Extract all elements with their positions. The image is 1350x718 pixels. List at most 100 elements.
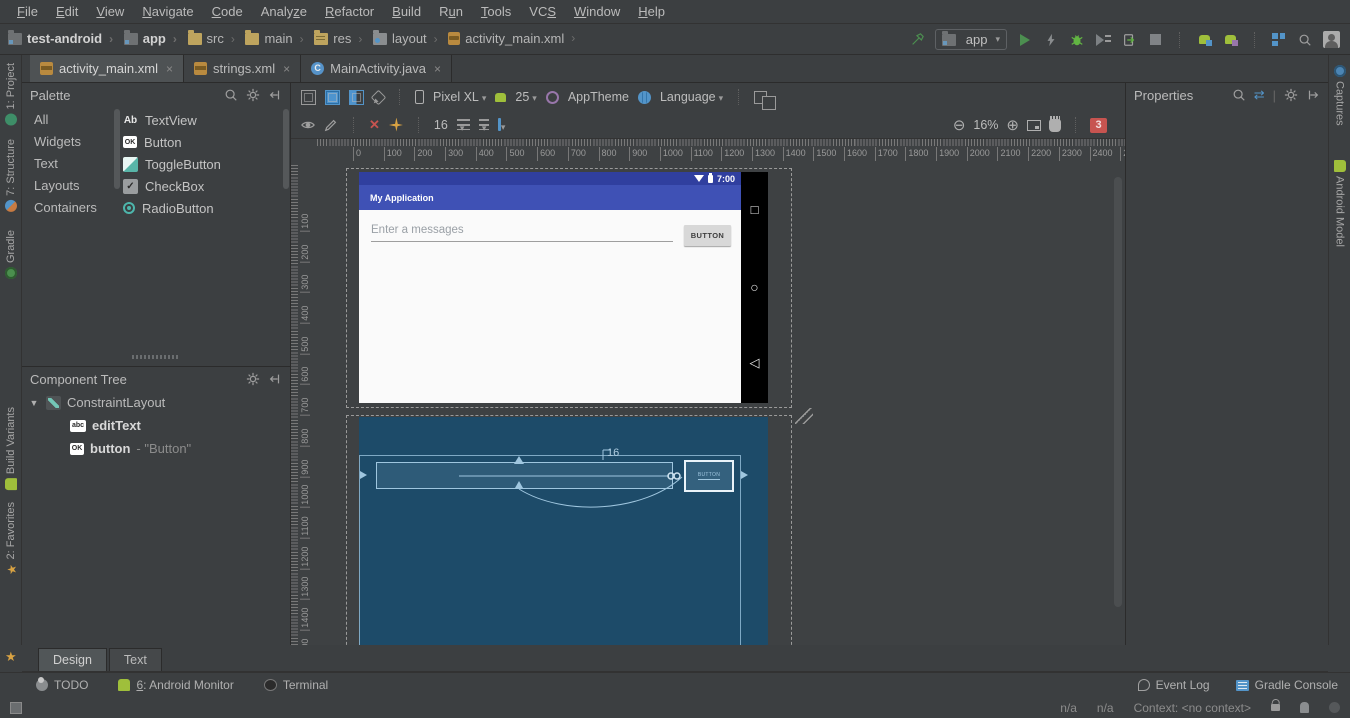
gear-icon[interactable] — [246, 88, 260, 102]
tool-window-button[interactable]: Event Log — [1137, 678, 1210, 692]
menu-item[interactable]: Window — [565, 4, 629, 19]
run-button[interactable] — [1017, 32, 1033, 48]
palette-category[interactable]: All — [30, 109, 118, 131]
clear-constraints-icon[interactable]: ✕ — [369, 117, 380, 133]
autoconnect-pencil-icon[interactable] — [324, 118, 338, 132]
editor-tab[interactable]: strings.xml — [183, 55, 302, 82]
stop-button[interactable] — [1147, 32, 1163, 48]
scrollbar[interactable] — [114, 109, 120, 189]
design-canvas[interactable]: 7:00 My Application Enter a messages BUT… — [317, 165, 1125, 645]
tree-node[interactable]: abc editText — [22, 414, 290, 437]
palette-component[interactable]: ✓ CheckBox — [123, 175, 281, 197]
preview-button[interactable]: BUTTON — [684, 225, 731, 246]
run-configuration-select[interactable]: app — [934, 29, 1007, 50]
avatar[interactable] — [1323, 31, 1340, 48]
blueprint-surface[interactable]: BUTTON 16 — [359, 417, 768, 645]
palette-category[interactable]: Text — [30, 153, 118, 175]
search-icon[interactable] — [224, 88, 238, 102]
tree-node[interactable]: ▼ ConstraintLayout — [22, 391, 290, 414]
breadcrumb-item[interactable]: src › — [187, 30, 242, 46]
tree-node[interactable]: OK button - "Button" — [22, 437, 290, 460]
zoom-out-icon[interactable]: ⊖ — [953, 116, 966, 134]
gear-icon[interactable] — [246, 372, 260, 386]
both-mode-icon[interactable] — [349, 89, 364, 105]
tool-window-button[interactable]: 6: Android Monitor — [118, 678, 234, 692]
gear-icon[interactable] — [1284, 88, 1298, 102]
resize-handle[interactable] — [795, 408, 813, 424]
pack-icon[interactable] — [497, 118, 501, 131]
editor-mode-tab[interactable]: Text — [108, 648, 162, 671]
avd-manager-icon[interactable] — [1196, 32, 1212, 48]
hide-panel-icon[interactable] — [268, 88, 282, 102]
menu-item[interactable]: VCS — [520, 4, 565, 19]
breadcrumb-item[interactable]: activity_main.xml › — [448, 31, 582, 46]
palette-category[interactable]: Containers — [30, 197, 118, 219]
show-constraints-eye-icon[interactable] — [301, 118, 315, 132]
menu-item[interactable]: Tools — [472, 4, 520, 19]
infer-constraints-icon[interactable] — [389, 118, 403, 132]
blueprint-mode-icon[interactable] — [325, 89, 340, 105]
close-icon[interactable] — [281, 61, 290, 76]
tool-stripe-button[interactable]: 2: Favorites — [5, 502, 17, 575]
scrollbar[interactable] — [1114, 177, 1122, 607]
zoom-in-icon[interactable]: ⊕ — [1006, 116, 1019, 134]
close-icon[interactable] — [164, 61, 173, 76]
highlighting-level-icon[interactable] — [1300, 702, 1309, 713]
menu-item[interactable]: Code — [203, 4, 252, 19]
breadcrumb-item[interactable]: app › — [123, 30, 184, 46]
api-level-select[interactable]: 25 — [515, 90, 536, 104]
palette-component[interactable]: ToggleButton — [123, 153, 281, 175]
tool-stripe-button[interactable]: 1: Project — [4, 63, 17, 126]
breadcrumb-item[interactable]: res › — [314, 30, 369, 46]
editor-mode-tab[interactable]: Design — [38, 648, 107, 671]
palette-component[interactable]: Ab TextView — [123, 109, 281, 131]
menu-item[interactable]: Analyze — [252, 4, 316, 19]
menu-item[interactable]: Edit — [47, 4, 87, 19]
tool-stripe-button[interactable]: Gradle — [4, 230, 17, 280]
breadcrumb-item[interactable]: test-android › — [8, 30, 120, 46]
menu-item[interactable]: Navigate — [133, 4, 202, 19]
palette-category[interactable]: Widgets — [30, 131, 118, 153]
profile-button[interactable] — [1095, 32, 1111, 48]
tool-window-button[interactable]: Gradle Console — [1235, 678, 1338, 692]
margin-icon[interactable] — [456, 119, 470, 130]
tool-stripe-button[interactable]: 7: Structure — [4, 139, 17, 213]
swap-view-icon[interactable]: ⇄ — [1254, 87, 1265, 103]
language-select[interactable]: Language — [660, 90, 723, 104]
design-mode-icon[interactable] — [301, 89, 316, 105]
hide-panel-icon[interactable] — [1306, 88, 1320, 102]
palette-component[interactable]: OK Button — [123, 131, 281, 153]
hide-panel-icon[interactable] — [268, 372, 282, 386]
editor-tab[interactable]: activity_main.xml — [30, 55, 184, 82]
project-structure-icon[interactable] — [1271, 32, 1287, 48]
menu-item[interactable]: Refactor — [316, 4, 383, 19]
sdk-manager-icon[interactable] — [1222, 32, 1238, 48]
instant-run-icon[interactable] — [1043, 32, 1059, 48]
pan-icon[interactable] — [1049, 115, 1061, 132]
palette-component[interactable]: RadioButton — [123, 197, 281, 219]
preview-edittext[interactable]: Enter a messages — [371, 220, 673, 242]
menu-item[interactable]: Build — [383, 4, 430, 19]
tool-window-button[interactable]: Terminal — [263, 678, 328, 692]
expand-caret-icon[interactable]: ▼ — [28, 398, 40, 408]
menu-item[interactable]: Run — [430, 4, 472, 19]
menu-item[interactable]: View — [87, 4, 133, 19]
tool-window-button[interactable]: TODO — [36, 677, 88, 692]
splitter-handle[interactable] — [132, 355, 178, 359]
tool-window-toggle-icon[interactable] — [10, 701, 22, 714]
tool-stripe-button[interactable]: Android Model — [1333, 159, 1346, 247]
breadcrumb-item[interactable]: layout › — [372, 30, 445, 46]
scrollbar[interactable] — [283, 109, 289, 189]
theme-select[interactable]: AppTheme — [568, 90, 629, 104]
layout-variant-icon[interactable] — [754, 90, 777, 110]
attach-debugger-icon[interactable] — [1121, 32, 1137, 48]
palette-category[interactable]: Layouts — [30, 175, 118, 197]
tool-stripe-button[interactable]: Build Variants — [4, 407, 17, 491]
device-select[interactable]: Pixel XL — [433, 90, 486, 104]
zoom-fit-icon[interactable] — [1027, 119, 1041, 131]
lock-icon[interactable] — [1271, 704, 1280, 711]
tool-stripe-button[interactable]: Captures — [1333, 65, 1346, 126]
debug-button[interactable] — [1069, 32, 1085, 48]
make-project-icon[interactable] — [909, 32, 925, 48]
device-preview[interactable]: 7:00 My Application Enter a messages BUT… — [359, 172, 768, 403]
